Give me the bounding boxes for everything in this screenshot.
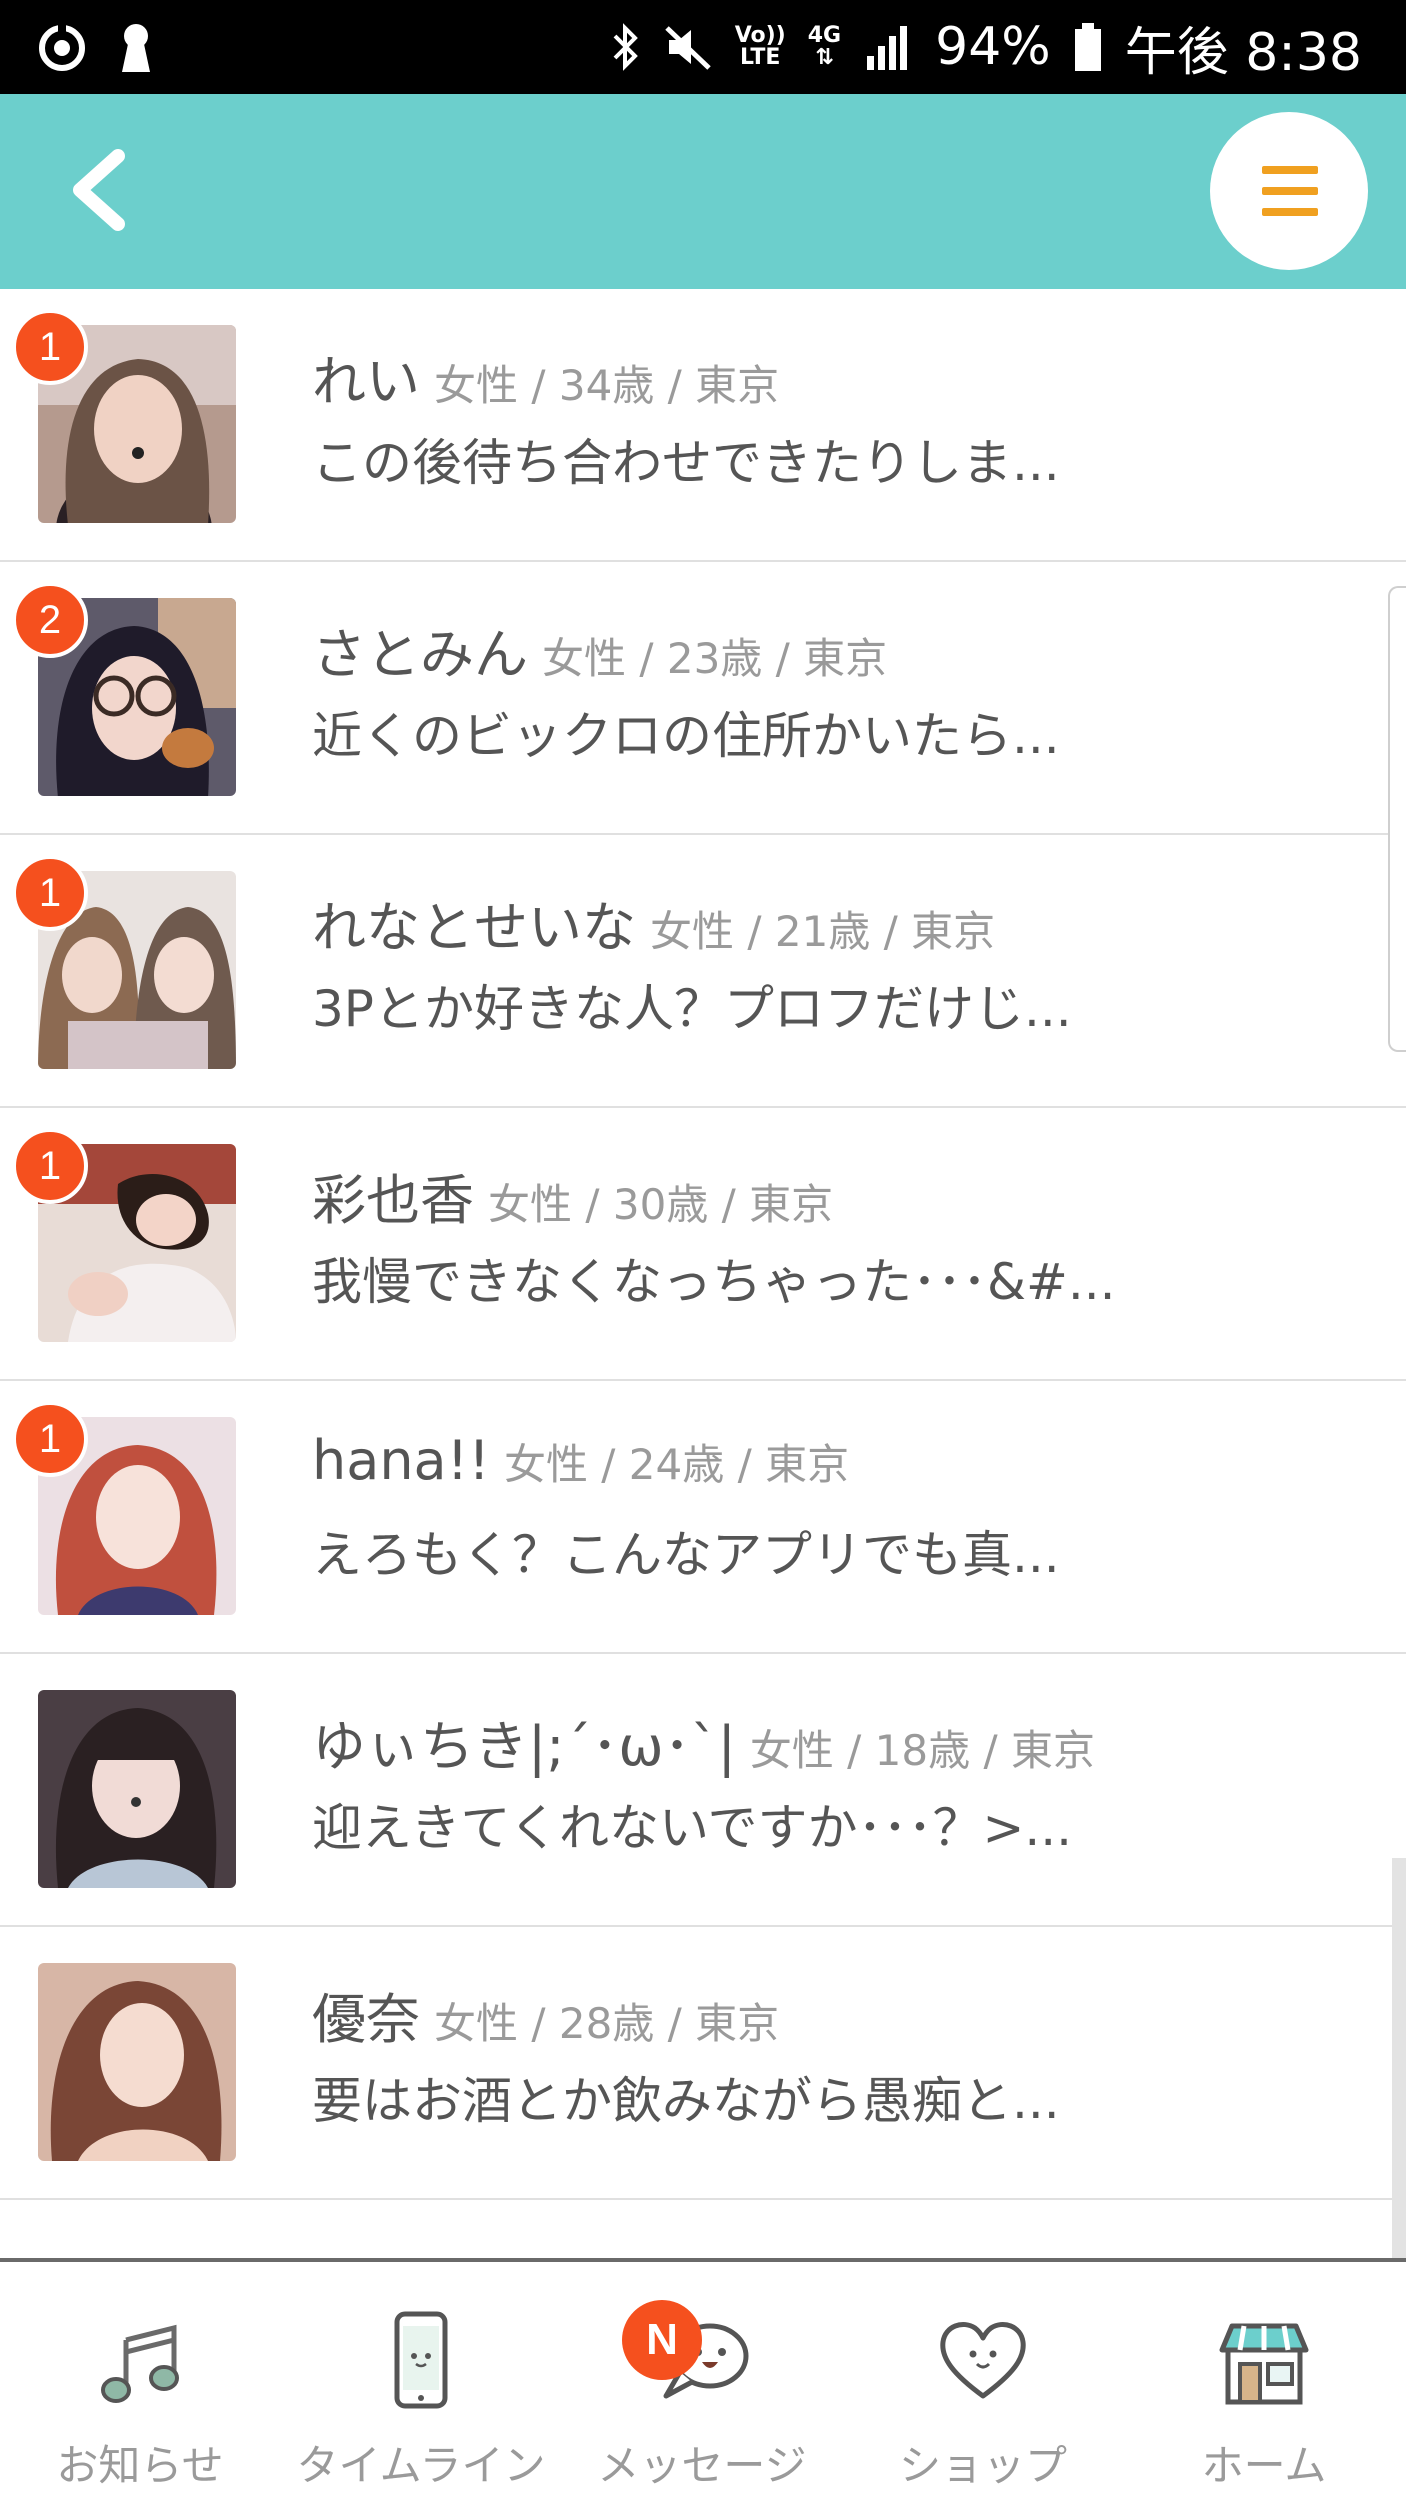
unread-badge: 1 [12,1128,88,1204]
user-name: 優奈 [312,1988,420,2051]
volte-label: Vo)) [734,23,786,48]
conversation-list: 1 れい 女性 / 34歳 / 東京 この後待ち合わせできたりしま... 2 さと… [0,289,1406,2200]
conversation-header: れい 女性 / 34歳 / 東京 [312,337,779,416]
conversation-row[interactable]: 優奈 女性 / 28歳 / 東京 要はお酒とか飲みながら愚痴と... [0,1927,1406,2200]
bottom-nav: お知らせ タイムライン N メッセージ ショップ ホーム [0,2258,1406,2500]
music-note-icon [90,2310,190,2410]
unread-badge: 1 [12,1401,88,1477]
conversation-row[interactable]: 1 彩也香 女性 / 30歳 / 東京 我慢できなくなっちゃった･･･&#... [0,1108,1406,1381]
conversation-header: 彩也香 女性 / 30歳 / 東京 [312,1156,833,1235]
message-preview: えろもく？こんなアプリでも真... [312,1526,1060,1584]
conversation-header: ゆぃちき|;´･ω･`| 女性 / 18歳 / 東京 [312,1702,1095,1781]
message-preview: 3Pとか好きな人？プロフだけじ... [312,980,1072,1038]
shop-icon [1214,2310,1314,2410]
conversation-row[interactable]: 1 れなとせいな 女性 / 21歳 / 東京 3Pとか好きな人？プロフだけじ... [0,835,1406,1108]
new-message-badge: N [622,2300,702,2380]
heart-icon [933,2310,1033,2410]
nav-label: ホーム [1201,2441,1327,2490]
avatar [38,1690,236,1888]
user-meta: 女性 / 24歳 / 東京 [503,1440,850,1489]
menu-button[interactable] [1210,112,1368,270]
status-bar: Vo)) LTE 4G ⇅ 94% 午後 8:38 [0,0,1406,94]
signal-icon [867,26,908,70]
conversation-header: さとみん 女性 / 23歳 / 東京 [312,610,887,689]
message-preview: 近くのビックロの住所かいたら... [312,707,1060,765]
user-meta: 女性 / 30歳 / 東京 [488,1180,834,1229]
user-name: hana!! [312,1429,490,1492]
user-name: れなとせいな [312,896,636,959]
user-name: れい [312,350,420,413]
conversation-row[interactable]: 1 hana!! 女性 / 24歳 / 東京 えろもく？こんなアプリでも真... [0,1381,1406,1654]
message-preview: 迎えきてくれないですか･･･？>... [312,1799,1073,1857]
conversation-header: hana!! 女性 / 24歳 / 東京 [312,1429,849,1492]
clock: 午後 8:38 [1124,22,1362,83]
nav-label: ショップ [898,2441,1067,2490]
user-meta: 女性 / 18歳 / 東京 [749,1726,1095,1775]
user-name: ゆぃちき|;´･ω･`| [312,1715,736,1778]
back-button[interactable] [50,134,160,244]
chevron-left-icon [73,149,125,231]
header-bar [0,94,1406,289]
network-indicator: 4G ⇅ [808,25,841,69]
nav-label: お知らせ [56,2441,224,2490]
battery-percent: 94% [935,17,1051,77]
keyhole-icon [122,24,150,72]
unread-badge: 1 [12,309,88,385]
network-label: 4G [807,23,842,48]
user-meta: 女性 / 21歳 / 東京 [650,907,996,956]
user-meta: 女性 / 34歳 / 東京 [434,361,780,410]
unread-badge: 2 [12,582,88,658]
message-preview: この後待ち合わせできたりしま... [312,434,1060,492]
user-meta: 女性 / 23歳 / 東京 [542,634,888,683]
sync-icon [39,24,85,71]
nav-item-notifications[interactable]: お知らせ [0,2262,280,2500]
message-preview: 我慢できなくなっちゃった･･･&#... [312,1253,1116,1311]
conversation-row[interactable]: 1 れい 女性 / 34歳 / 東京 この後待ち合わせできたりしま... [0,289,1406,562]
lte-label: LTE [740,45,781,70]
conversation-header: 優奈 女性 / 28歳 / 東京 [312,1975,779,2054]
unread-badge: 1 [12,855,88,931]
user-meta: 女性 / 28歳 / 東京 [434,1999,780,2048]
conversation-row[interactable]: ゆぃちき|;´･ω･`| 女性 / 18歳 / 東京 迎えきてくれないですか･･･… [0,1654,1406,1927]
side-scroll-handle[interactable] [1388,586,1406,1052]
nav-label: タイムライン [296,2441,546,2490]
conversation-row[interactable]: 2 さとみん 女性 / 23歳 / 東京 近くのビックロの住所かいたら... [0,562,1406,835]
nav-label: メッセージ [597,2441,807,2490]
user-name: 彩也香 [312,1169,474,1232]
smartphone-icon [371,2310,471,2410]
data-arrows-icon: ⇅ [815,45,834,70]
bluetooth-icon [613,23,638,71]
nav-item-home[interactable]: ホーム [1124,2262,1404,2500]
nav-item-shop[interactable]: ショップ [843,2262,1123,2500]
nav-item-messages[interactable]: N メッセージ [562,2262,842,2500]
battery-icon [1074,23,1101,71]
user-name: さとみん [312,623,528,686]
mute-icon [664,26,711,70]
volte-indicator: Vo)) LTE [735,25,786,69]
conversation-header: れなとせいな 女性 / 21歳 / 東京 [312,883,995,962]
message-preview: 要はお酒とか飲みながら愚痴と... [312,2072,1060,2130]
avatar [38,1963,236,2161]
nav-item-timeline[interactable]: タイムライン [281,2262,561,2500]
